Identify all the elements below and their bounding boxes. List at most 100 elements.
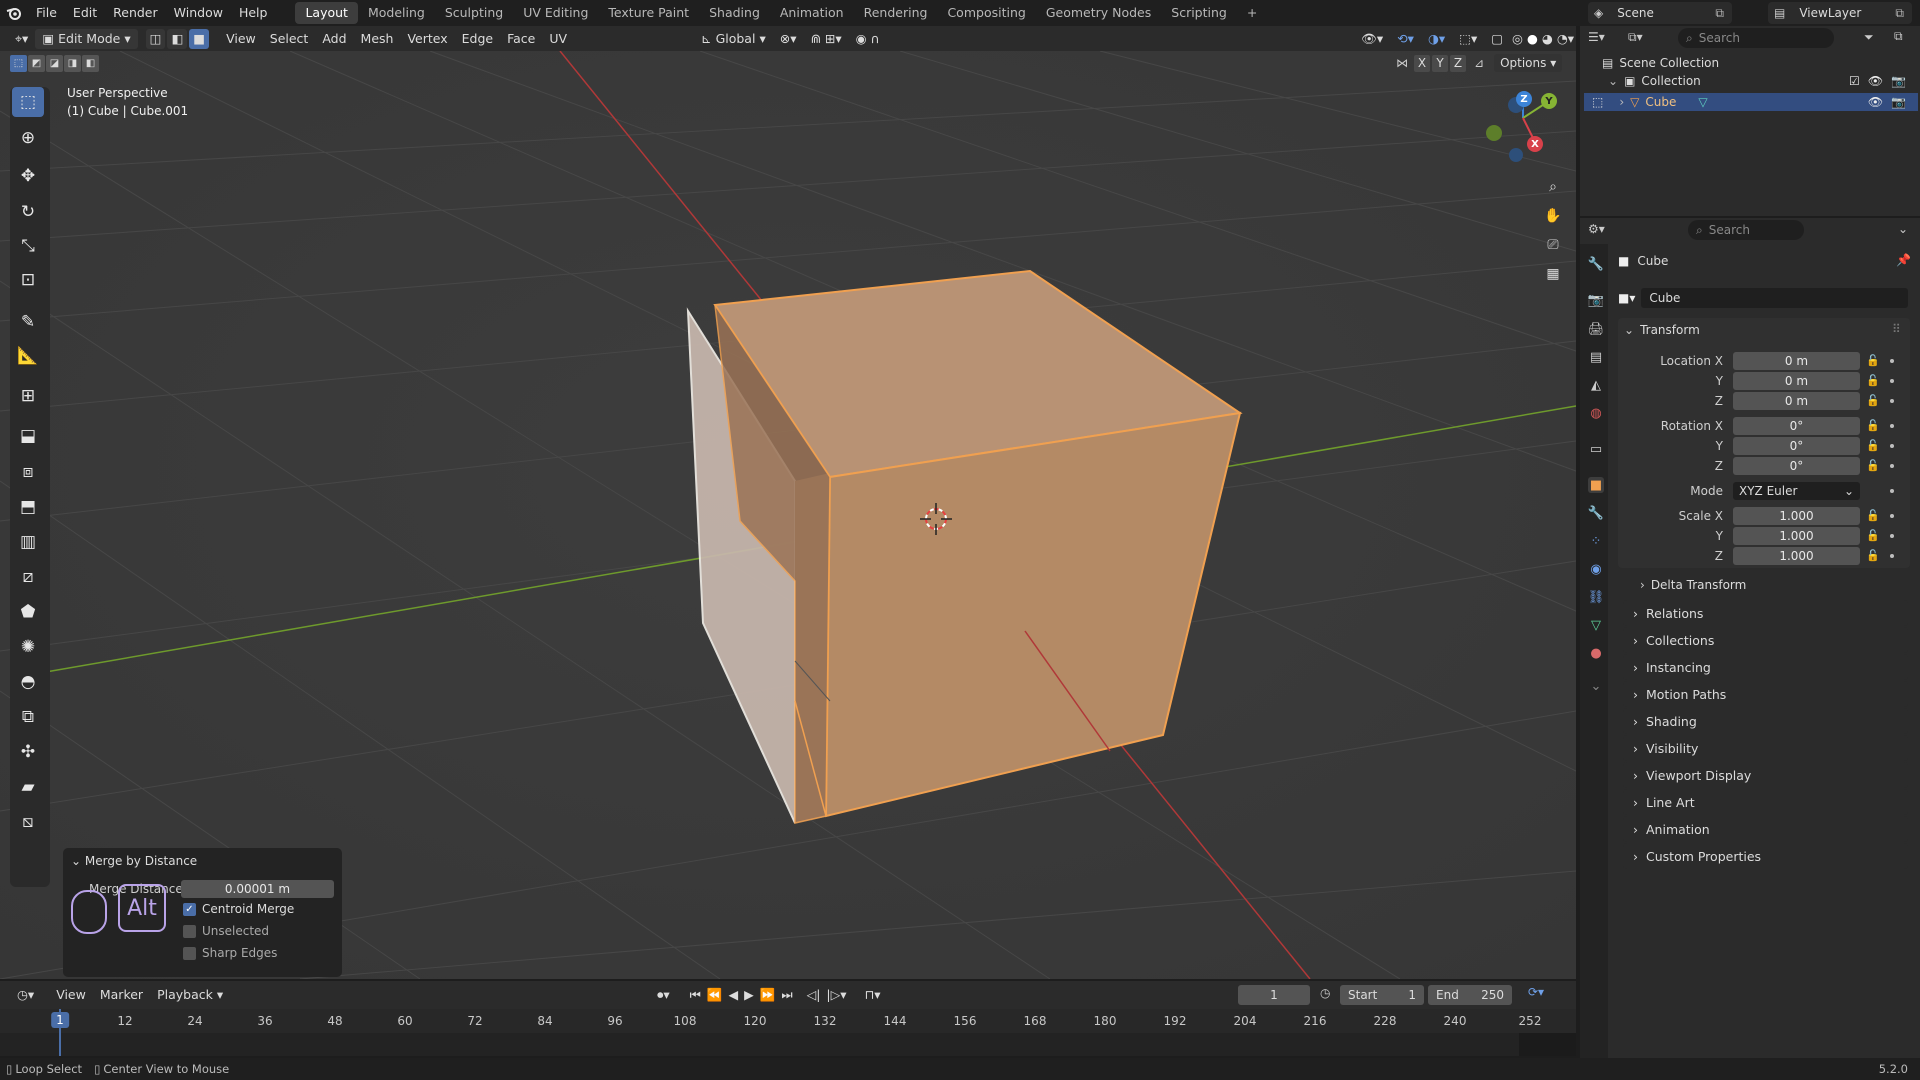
sync-icon[interactable]: ⟳▾ <box>1528 985 1544 999</box>
chevron-down-icon[interactable]: ⌄ <box>1588 678 1604 694</box>
output-properties-icon[interactable]: 🖨 <box>1588 321 1605 337</box>
solid-shading-icon[interactable]: ● <box>1525 29 1540 49</box>
select-extend-icon[interactable]: ◩ <box>28 55 45 72</box>
datablock-name-field[interactable]: Cube <box>1641 288 1908 308</box>
shear-tool-icon[interactable]: ▰ <box>12 772 44 802</box>
menu-file[interactable]: File <box>28 0 65 26</box>
spin-tool-icon[interactable]: ✺ <box>12 632 44 662</box>
object-properties-icon[interactable]: ■ <box>1588 477 1604 493</box>
timeline-menu-view[interactable]: View <box>49 985 93 1005</box>
keyframe-dot-icon[interactable] <box>1890 424 1894 428</box>
clock-icon[interactable]: ◷ <box>1320 986 1330 1000</box>
mesh-overlay-icon[interactable]: ⬚▾ <box>1452 29 1484 49</box>
current-frame-field[interactable]: 1 <box>1238 985 1310 1005</box>
particle-properties-icon[interactable]: ⁘ <box>1588 533 1604 549</box>
timeline-editor-icon[interactable]: ◷▾ <box>10 985 41 1005</box>
jump-keyframe-forward-icon[interactable]: ⏩ <box>757 985 779 1005</box>
auto-key-icon[interactable]: ⊓▾ <box>858 985 888 1005</box>
options-button[interactable]: Options ▾ <box>1494 54 1563 72</box>
blender-logo-icon[interactable] <box>0 0 28 26</box>
lock-icon[interactable]: 🔓 <box>1866 394 1880 407</box>
rotation-x-field[interactable]: 0° <box>1733 417 1860 435</box>
rotate-tool-icon[interactable]: ↻ <box>12 197 44 227</box>
timeline-track[interactable] <box>0 1033 1576 1056</box>
outliner-collection-row[interactable]: ⌄ ▣ Collection ☑ 👁 📷 <box>1608 74 1918 88</box>
start-frame-field[interactable]: Start 1 <box>1340 985 1424 1005</box>
tab-compositing[interactable]: Compositing <box>937 2 1035 24</box>
section-shading[interactable]: › Shading <box>1623 708 1908 734</box>
section-relations[interactable]: › Relations <box>1623 600 1908 626</box>
loop-cut-tool-icon[interactable]: ▥ <box>12 527 44 557</box>
delta-transform-header[interactable]: › Delta Transform <box>1640 578 1746 592</box>
zoom-icon[interactable]: ⌕ <box>1541 175 1565 199</box>
mode-selector[interactable]: ▣ Edit Mode ▾ <box>35 28 138 49</box>
lock-icon[interactable]: 🔓 <box>1866 374 1880 387</box>
inset-tool-icon[interactable]: ⧈ <box>12 457 44 487</box>
tab-geometry-nodes[interactable]: Geometry Nodes <box>1036 2 1161 24</box>
keyframe-prev-icon[interactable]: ◁| <box>804 985 824 1005</box>
view-layer-properties-icon[interactable]: ▤ <box>1588 349 1604 365</box>
menu-edge[interactable]: Edge <box>455 29 500 49</box>
render-properties-icon[interactable]: 📷 <box>1588 292 1604 308</box>
location-z-field[interactable]: 0 m <box>1733 392 1860 410</box>
face-select-icon[interactable]: ■ <box>189 28 210 49</box>
menu-mesh[interactable]: Mesh <box>354 29 401 49</box>
bevel-tool-icon[interactable]: ⬒ <box>12 492 44 522</box>
unselected-checkbox[interactable]: Unselected <box>183 924 269 938</box>
section-animation[interactable]: › Animation <box>1623 816 1908 842</box>
transform-panel-header[interactable]: ⌄ Transform <box>1624 323 1700 337</box>
lock-icon[interactable]: 🔓 <box>1866 509 1880 522</box>
lock-icon[interactable]: 🔓 <box>1866 529 1880 542</box>
sharp-edges-checkbox[interactable]: Sharp Edges <box>183 946 277 960</box>
camera-view-icon[interactable]: ⎚ <box>1541 233 1565 257</box>
timeline-menu-playback[interactable]: Playback ▾ <box>150 985 230 1005</box>
new-viewlayer-icon[interactable]: ⧉ <box>1895 6 1904 21</box>
tool-properties-icon[interactable]: 🔧 <box>1588 256 1604 272</box>
section-visibility[interactable]: › Visibility <box>1623 735 1908 761</box>
cursor-tool-icon[interactable]: ⊕ <box>12 123 44 153</box>
scale-tool-icon[interactable]: ⤡ <box>12 231 44 261</box>
properties-search[interactable]: ⌕ Search <box>1688 220 1804 240</box>
rip-tool-icon[interactable]: ⧅ <box>12 807 44 837</box>
menu-add[interactable]: Add <box>315 29 353 49</box>
merge-distance-field[interactable]: 0.00001 m <box>181 880 334 898</box>
constraint-properties-icon[interactable]: ⛓ <box>1588 589 1605 605</box>
annotate-tool-icon[interactable]: ✎ <box>12 307 44 337</box>
eye-icon[interactable]: 👁 <box>1868 95 1883 109</box>
measure-tool-icon[interactable]: 📐 <box>12 341 44 371</box>
pan-hand-icon[interactable]: ✋ <box>1541 204 1565 228</box>
playhead-frame-label[interactable]: 1 <box>51 1012 69 1028</box>
section-collections[interactable]: › Collections <box>1623 627 1908 653</box>
visibility-icon[interactable]: 👁▾ <box>1354 29 1390 49</box>
perspective-toggle-icon[interactable]: ▦ <box>1541 262 1565 286</box>
menu-edit[interactable]: Edit <box>65 0 105 26</box>
physics-properties-icon[interactable]: ◉ <box>1588 561 1604 577</box>
select-new-icon[interactable]: ⬚ <box>10 55 27 72</box>
lock-icon[interactable]: 🔓 <box>1866 549 1880 562</box>
pin-icon[interactable]: 📌 <box>1896 253 1911 267</box>
new-collection-icon[interactable]: ⧉ <box>1894 29 1903 44</box>
xray-toggle-icon[interactable]: ▢ <box>1484 29 1510 49</box>
outliner-editor-icon[interactable]: ☰▾ <box>1588 30 1605 44</box>
timeline-area[interactable] <box>0 1009 1576 1056</box>
vertex-select-icon[interactable]: ◫ <box>145 28 166 49</box>
tab-texture-paint[interactable]: Texture Paint <box>598 2 699 24</box>
3d-viewport[interactable]: User Perspective (1) Cube | Cube.001 Z Y… <box>0 51 1576 979</box>
menu-face[interactable]: Face <box>500 29 542 49</box>
wireframe-shading-icon[interactable]: ◎ <box>1510 29 1525 49</box>
tab-scripting[interactable]: Scripting <box>1161 2 1237 24</box>
overlay-toggle-icon[interactable]: ◑▾ <box>1421 29 1452 49</box>
timeline-menu-marker[interactable]: Marker <box>93 985 150 1005</box>
gizmo-toggle-icon[interactable]: ⟲▾ <box>1390 29 1421 49</box>
exclude-checkbox-icon[interactable]: ☑ <box>1849 74 1860 88</box>
properties-editor-icon[interactable]: ⚙▾ <box>1588 222 1605 236</box>
section-custom-properties[interactable]: › Custom Properties <box>1623 843 1908 869</box>
rotation-y-field[interactable]: 0° <box>1733 437 1860 455</box>
menu-render[interactable]: Render <box>105 0 166 26</box>
scale-y-field[interactable]: 1.000 <box>1733 527 1860 545</box>
keyframe-next-icon[interactable]: |▷▾ <box>823 985 849 1005</box>
keyframe-dot-icon[interactable] <box>1890 534 1894 538</box>
select-subtract-icon[interactable]: ◪ <box>46 55 63 72</box>
play-icon[interactable]: ▶ <box>741 985 757 1005</box>
collection-properties-icon[interactable]: ▭ <box>1588 441 1604 457</box>
